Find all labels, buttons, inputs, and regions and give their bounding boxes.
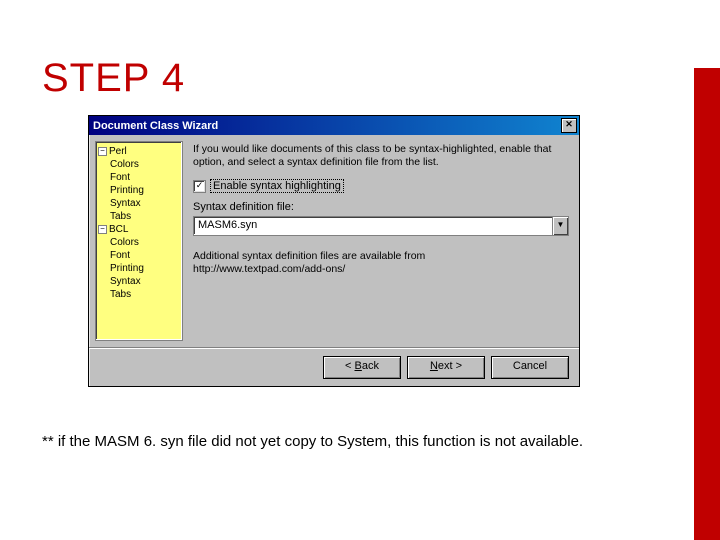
syntax-checkbox-row: ✓ Enable syntax highlighting [193, 179, 569, 193]
chevron-down-icon[interactable]: ▼ [552, 217, 568, 235]
window-title: Document Class Wizard [91, 120, 218, 132]
checkbox-label: Enable syntax highlighting [210, 179, 344, 193]
tree-item[interactable]: Syntax [98, 275, 180, 288]
tree-item[interactable]: Printing [98, 184, 180, 197]
tree-item[interactable]: Tabs [98, 210, 180, 223]
tree-item[interactable]: Tabs [98, 288, 180, 301]
instruction-text: If you would like documents of this clas… [193, 143, 569, 169]
tree-item[interactable]: Printing [98, 262, 180, 275]
slide-heading: STEP 4 [42, 56, 185, 101]
tree-view[interactable]: −Perl Colors Font Printing Syntax Tabs −… [95, 141, 183, 341]
tree-item[interactable]: Colors [98, 158, 180, 171]
enable-syntax-checkbox[interactable]: ✓ [193, 180, 206, 193]
additional-note: Additional syntax definition files are a… [193, 250, 569, 276]
tree-group[interactable]: −Perl [98, 145, 180, 158]
tree-item[interactable]: Font [98, 171, 180, 184]
combobox-value: MASM6.syn [194, 217, 552, 235]
next-button[interactable]: Next > [407, 356, 485, 379]
footnote-text: ** if the MASM 6. syn file did not yet c… [42, 432, 670, 452]
content-pane: If you would like documents of this clas… [189, 135, 579, 347]
tree-item[interactable]: Syntax [98, 197, 180, 210]
button-row: < Back Next > Cancel [89, 347, 579, 386]
accent-bar [694, 68, 720, 540]
wizard-window: Document Class Wizard ✕ −Perl Colors Fon… [88, 115, 580, 387]
close-button[interactable]: ✕ [561, 118, 577, 133]
tree-item[interactable]: Colors [98, 236, 180, 249]
back-button[interactable]: < Back [323, 356, 401, 379]
syntax-file-combobox[interactable]: MASM6.syn ▼ [193, 216, 569, 236]
titlebar: Document Class Wizard ✕ [89, 116, 579, 135]
field-label: Syntax definition file: [193, 201, 569, 213]
tree-item[interactable]: Font [98, 249, 180, 262]
cancel-button[interactable]: Cancel [491, 356, 569, 379]
tree-group[interactable]: −BCL [98, 223, 180, 236]
